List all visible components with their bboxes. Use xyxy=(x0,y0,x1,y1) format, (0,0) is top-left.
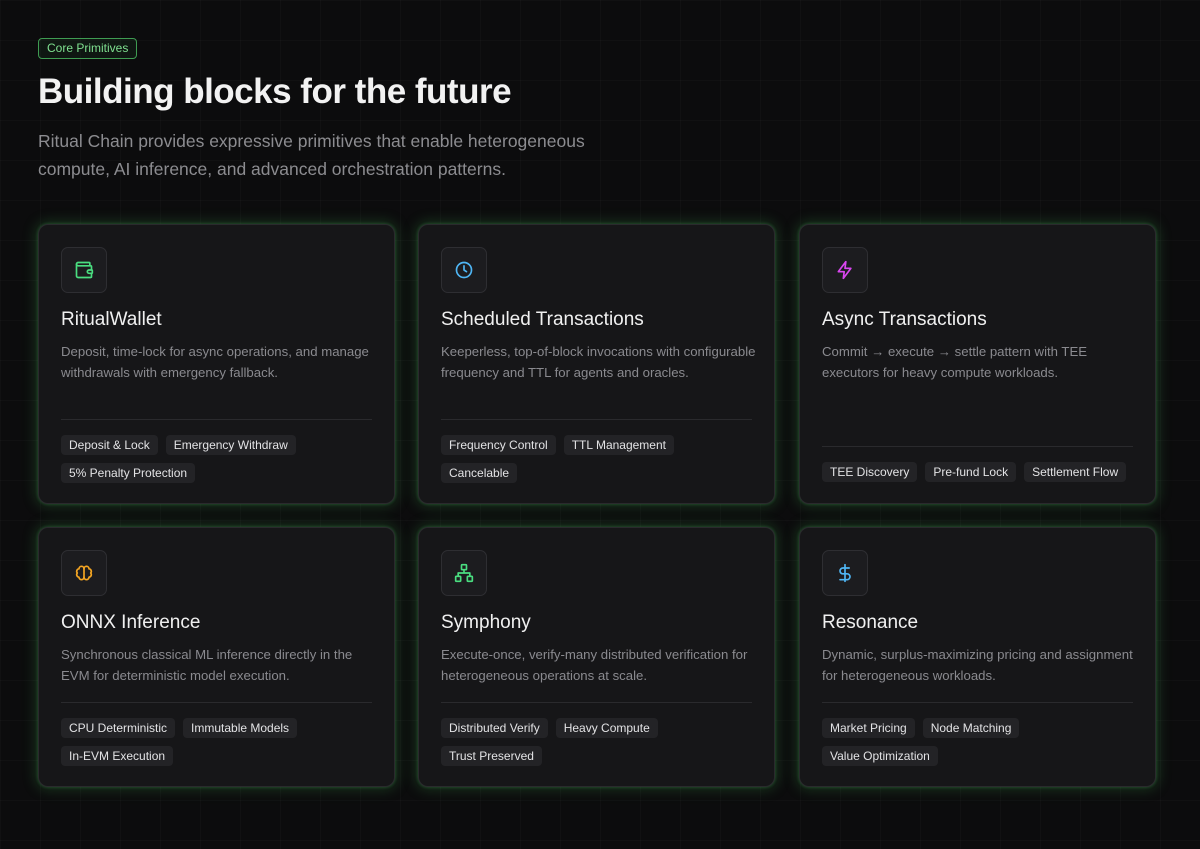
tag: TEE Discovery xyxy=(822,462,918,482)
brain-icon xyxy=(61,550,107,596)
card-description: Synchronous classical ML inference direc… xyxy=(61,647,353,683)
tag: Trust Preserved xyxy=(441,746,542,766)
card-tags: Distributed Verify Heavy Compute Trust P… xyxy=(441,718,758,766)
section-badge: Core Primitives xyxy=(38,38,138,59)
card-divider xyxy=(822,446,1133,447)
tag: Cancelable xyxy=(441,463,518,483)
tag: Emergency Withdraw xyxy=(165,435,296,455)
tag: Market Pricing xyxy=(822,718,915,738)
tag: Value Optimization xyxy=(822,746,938,766)
tag: Distributed Verify xyxy=(441,718,548,738)
card-title: Resonance xyxy=(822,612,919,633)
tag: In-EVM Execution xyxy=(61,746,174,766)
clock-icon xyxy=(441,247,487,293)
card-divider xyxy=(61,702,372,703)
tag: Immutable Models xyxy=(183,718,298,738)
card-description: Commit → execute → settle pattern with T… xyxy=(822,344,1088,380)
card-async-transactions[interactable]: Async Transactions Commit → execute → se… xyxy=(799,224,1156,504)
card-description: Keeperless, top-of-block invocations wit… xyxy=(441,344,756,380)
card-title: Symphony xyxy=(441,612,531,633)
tag: Frequency Control xyxy=(441,435,556,455)
card-tags: Frequency Control TTL Management Cancela… xyxy=(441,435,758,483)
card-title: ONNX Inference xyxy=(61,612,201,633)
tag: Pre-fund Lock xyxy=(925,462,1017,482)
card-tags: TEE Discovery Pre-fund Lock Settlement F… xyxy=(822,462,1139,482)
tag: Heavy Compute xyxy=(555,718,658,738)
card-ritualwallet[interactable]: RitualWallet Deposit, time-lock for asyn… xyxy=(38,224,395,504)
card-tags: CPU Deterministic Immutable Models In-EV… xyxy=(61,718,378,766)
card-description: Execute-once, verify-many distributed ve… xyxy=(441,647,748,683)
page-title: Building blocks for the future xyxy=(38,72,512,111)
card-tags: Deposit & Lock Emergency Withdraw 5% Pen… xyxy=(61,435,378,483)
tag: 5% Penalty Protection xyxy=(61,463,196,483)
card-divider xyxy=(441,419,752,420)
card-description: Deposit, time-lock for async operations,… xyxy=(61,344,369,380)
card-scheduled-transactions[interactable]: Scheduled Transactions Keeperless, top-o… xyxy=(418,224,775,504)
card-divider xyxy=(61,419,372,420)
network-icon xyxy=(441,550,487,596)
card-description: Dynamic, surplus-maximizing pricing and … xyxy=(822,647,1133,683)
card-symphony[interactable]: Symphony Execute-once, verify-many distr… xyxy=(418,527,775,787)
card-onnx-inference[interactable]: ONNX Inference Synchronous classical ML … xyxy=(38,527,395,787)
wallet-icon xyxy=(61,247,107,293)
tag: TTL Management xyxy=(563,435,674,455)
tag: Node Matching xyxy=(922,718,1020,738)
card-tags: Market Pricing Node Matching Value Optim… xyxy=(822,718,1139,766)
tag: Deposit & Lock xyxy=(61,435,158,455)
page-subtitle: Ritual Chain provides expressive primiti… xyxy=(38,131,585,179)
card-title: RitualWallet xyxy=(61,309,162,330)
card-resonance[interactable]: Resonance Dynamic, surplus-maximizing pr… xyxy=(799,527,1156,787)
tag: Settlement Flow xyxy=(1024,462,1127,482)
card-divider xyxy=(822,702,1133,703)
dollar-icon xyxy=(822,550,868,596)
card-title: Async Transactions xyxy=(822,309,987,330)
card-divider xyxy=(441,702,752,703)
tag: CPU Deterministic xyxy=(61,718,176,738)
lightning-icon xyxy=(822,247,868,293)
card-title: Scheduled Transactions xyxy=(441,309,644,330)
